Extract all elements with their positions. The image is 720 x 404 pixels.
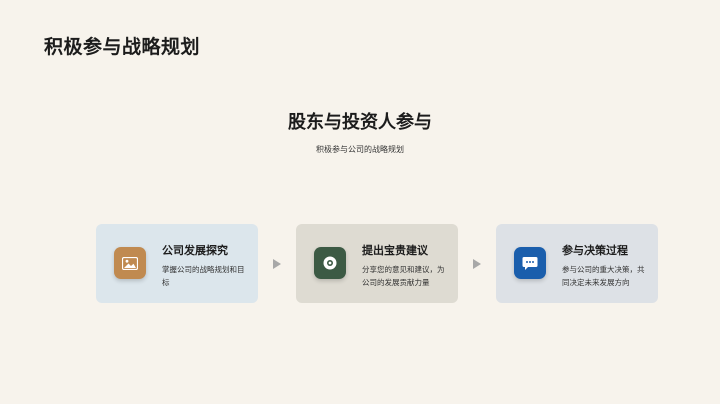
chat-bubble-icon <box>514 247 546 279</box>
step-description: 掌握公司的战略规划和目标 <box>162 265 245 287</box>
step-title: 公司发展探究 <box>162 244 228 257</box>
subheading: 积极参与公司的战略规划 <box>316 145 404 154</box>
step-title: 提出宝贵建议 <box>362 244 428 257</box>
step-description: 参与公司的重大决策，共同决定未来发展方向 <box>562 265 645 287</box>
slide-title: 积极参与战略规划 <box>44 36 201 58</box>
steps-row: 公司发展探究 掌握公司的战略规划和目标 提出宝贵建议 分享您的意见和建议，为公司… <box>96 224 658 303</box>
step-card-decide: 参与决策过程 参与公司的重大决策，共同决定未来发展方向 <box>496 224 658 303</box>
step-card-explore: 公司发展探究 掌握公司的战略规划和目标 <box>96 224 258 303</box>
step-description: 分享您的意见和建议，为公司的发展贡献力量 <box>362 265 445 287</box>
main-heading: 股东与投资人参与 <box>288 112 432 133</box>
arrow-right-icon <box>273 259 281 269</box>
circle-dot-icon <box>314 247 346 279</box>
step-card-suggest: 提出宝贵建议 分享您的意见和建议，为公司的发展贡献力量 <box>296 224 458 303</box>
step-title: 参与决策过程 <box>562 244 628 257</box>
arrow-right-icon <box>473 259 481 269</box>
image-icon <box>114 247 146 279</box>
